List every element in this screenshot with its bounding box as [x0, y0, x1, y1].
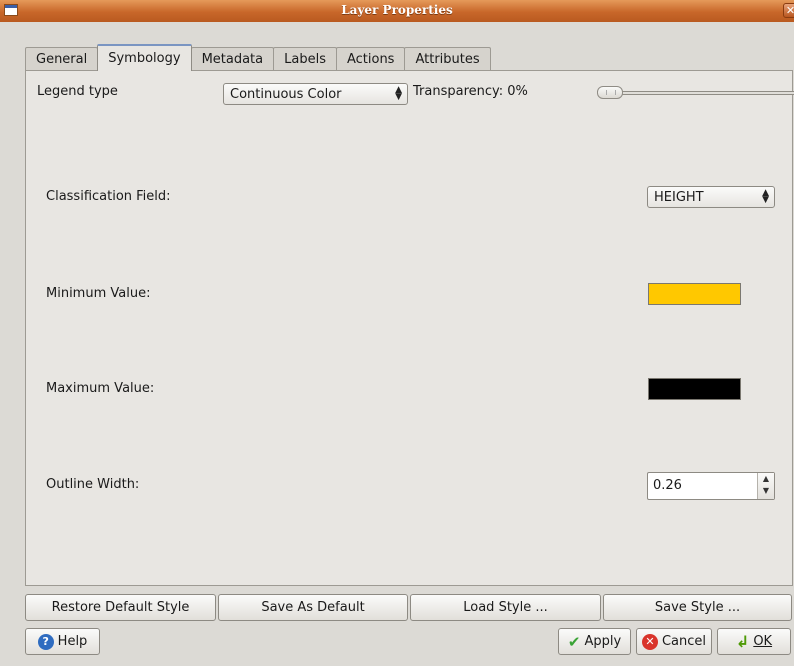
help-icon: ?	[37, 633, 54, 650]
ok-button-label: OK	[753, 634, 773, 649]
symbology-panel	[25, 70, 793, 586]
load-style-button[interactable]: Load Style ...	[410, 594, 601, 621]
maximum-color-button[interactable]	[648, 378, 741, 400]
combo-arrows-icon: ▲ ▼	[395, 85, 402, 102]
minimum-color-button[interactable]	[648, 283, 741, 305]
combo-arrows-icon: ▲ ▼	[762, 188, 769, 205]
tab-bar: General Symbology Metadata Labels Action…	[25, 44, 491, 71]
help-button-label: Help	[57, 634, 88, 649]
classification-field-value: HEIGHT	[654, 189, 704, 205]
title-bar: Layer Properties ✕	[0, 0, 794, 22]
save-style-button[interactable]: Save Style ...	[603, 594, 792, 621]
restore-default-style-button[interactable]: Restore Default Style	[25, 594, 216, 621]
tab-general[interactable]: General	[25, 47, 99, 71]
outline-width-label: Outline Width:	[46, 477, 140, 492]
apply-button-label: Apply	[584, 634, 622, 649]
transparency-slider-handle[interactable]	[597, 86, 623, 99]
cancel-icon: ✕	[641, 633, 658, 650]
tab-labels[interactable]: Labels	[273, 47, 337, 71]
close-button[interactable]: ✕	[783, 3, 794, 18]
apply-button[interactable]: ✔ Apply	[558, 628, 631, 655]
spin-arrows-icon[interactable]: ▲ ▼	[757, 473, 774, 499]
classification-field-label: Classification Field:	[46, 189, 171, 204]
transparency-slider[interactable]	[600, 91, 794, 95]
tab-actions[interactable]: Actions	[335, 47, 406, 71]
help-button[interactable]: ? Help	[25, 628, 100, 655]
tab-metadata[interactable]: Metadata	[190, 47, 275, 71]
outline-width-value: 0.26	[653, 478, 682, 493]
transparency-label: Transparency: 0%	[413, 84, 528, 99]
ok-arrow-icon: ↲	[735, 632, 750, 651]
save-as-default-button[interactable]: Save As Default	[218, 594, 408, 621]
legend-type-combo[interactable]: Continuous Color ▲ ▼	[223, 83, 408, 105]
cancel-button-label: Cancel	[661, 634, 707, 649]
maximum-value-label: Maximum Value:	[46, 381, 155, 396]
ok-button[interactable]: ↲ OK	[717, 628, 791, 655]
tab-symbology[interactable]: Symbology	[97, 44, 192, 71]
tab-attributes[interactable]: Attributes	[404, 47, 491, 71]
outline-width-spinbox[interactable]: 0.26 ▲ ▼	[647, 472, 775, 500]
check-icon: ✔	[567, 632, 581, 651]
cancel-button[interactable]: ✕ Cancel	[636, 628, 712, 655]
minimum-value-label: Minimum Value:	[46, 286, 151, 301]
legend-type-label: Legend type	[37, 84, 118, 99]
classification-field-combo[interactable]: HEIGHT ▲ ▼	[647, 186, 775, 208]
window-title: Layer Properties	[341, 3, 453, 17]
legend-type-value: Continuous Color	[230, 86, 342, 102]
